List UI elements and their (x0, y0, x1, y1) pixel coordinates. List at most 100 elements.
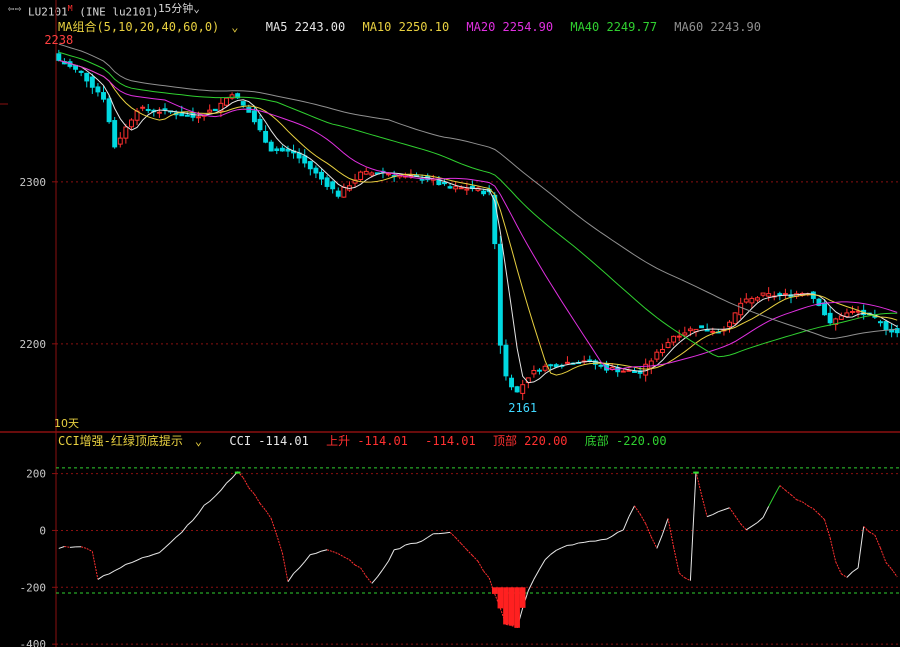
candle-body (117, 137, 123, 145)
cci-line-segment (114, 567, 121, 572)
cci-line-segment (595, 539, 602, 542)
cci-line-segment (405, 543, 412, 546)
candle-body (224, 97, 229, 106)
cci-line-segment (170, 536, 177, 543)
cci-line-segment (332, 551, 339, 555)
cci-bottom-signal-bar (519, 587, 526, 608)
cci-line-segment (349, 559, 356, 566)
cci-line-segment (281, 552, 289, 582)
candle-body (369, 172, 375, 176)
cci-indicator-selector[interactable]: CCI增强-红绿顶底提示 ⌄ (58, 434, 212, 448)
candle-body (156, 111, 162, 114)
candle-body (704, 329, 710, 332)
candle-body (84, 72, 90, 82)
price-tick-label: 2300 (20, 176, 47, 189)
cci-line-segment (661, 518, 669, 535)
cci-line-segment (584, 540, 590, 543)
cci-line-segment (796, 499, 803, 503)
cci-line-segment (768, 495, 775, 507)
cci-bottom-signal-bar (491, 587, 498, 594)
cci-line-segment (136, 557, 143, 561)
cci-line-segment (869, 531, 876, 536)
cci-rise-label: 上升 -114.01 (326, 434, 408, 448)
cci-tick-label: 0 (39, 524, 46, 537)
cci-tick-label: -400 (20, 638, 47, 647)
cci-line-segment (628, 505, 635, 517)
cci-line-segment (734, 515, 742, 525)
cci-line-segment (813, 508, 820, 515)
cci-line-segment (650, 536, 658, 549)
candle-body (358, 171, 364, 180)
candle-body (324, 177, 330, 187)
cci-line-segment (578, 541, 585, 544)
cci-line-segment (265, 509, 272, 519)
candle-body (587, 359, 593, 362)
cci-line-segment (394, 548, 400, 551)
cci-line-segment (606, 535, 613, 540)
candle-body (263, 130, 269, 143)
candle-body (883, 321, 889, 331)
candle-body (877, 321, 883, 324)
cci-line-segment (142, 555, 149, 559)
candle-body (419, 178, 425, 181)
candle-body (503, 344, 509, 377)
candle-body (268, 141, 274, 152)
candle-body (184, 114, 190, 117)
cci-line-segment (242, 477, 250, 489)
cci-line-segment (818, 513, 825, 520)
chart-canvas[interactable]: 2200 2300 2238 2161 10天 200 0 -200 -400 (0, 0, 900, 647)
cci-line-segment (656, 534, 663, 549)
cci-line-segment (181, 524, 188, 533)
cci-line-segment (477, 561, 485, 572)
cci-line-segment (310, 552, 317, 556)
cci-line-segment (131, 559, 138, 564)
candle-body (313, 167, 319, 174)
cci-line-segment (673, 547, 680, 574)
candle-body (838, 315, 844, 320)
candle-body (453, 186, 459, 190)
candle-body (777, 293, 783, 296)
candle-body (509, 377, 514, 388)
candle-body (537, 369, 542, 372)
cci-line-segment (108, 570, 115, 575)
cci-line-segment (298, 561, 306, 569)
candle-body (274, 148, 280, 152)
cci-line-segment (706, 514, 713, 518)
cci-line-segment (729, 507, 736, 517)
candle-body (78, 70, 84, 73)
cci-line-segment (338, 553, 345, 558)
cci-tick-label: -200 (20, 581, 47, 594)
candle-body (145, 108, 151, 111)
candle-body (827, 312, 833, 324)
cci-line-segment (371, 576, 378, 584)
candle-body (95, 86, 101, 93)
cci-line-segment (226, 477, 233, 484)
cci-line-segment (695, 471, 703, 496)
price-tick-label: 2200 (20, 338, 47, 351)
cci-line-segment (270, 518, 278, 536)
cci-line-segment (712, 511, 719, 516)
candle-body (207, 109, 213, 113)
cci-group-label: CCI增强-红绿顶底提示 (58, 434, 183, 448)
cci-line-segment (617, 529, 624, 533)
cci-line-segment (81, 546, 87, 550)
candle-body (212, 108, 218, 112)
candle-body (682, 332, 688, 336)
cci-line-segment (159, 547, 166, 553)
cci-line-segment (874, 534, 881, 549)
cci-line-segment (460, 543, 468, 551)
cci-line-segment (879, 547, 887, 563)
candle-body (341, 186, 347, 198)
ma-group-selector[interactable]: MA组合(5,10,20,40,60,0) ⌄ (58, 20, 249, 34)
cci-line-segment (611, 531, 619, 537)
candle-body (531, 370, 537, 375)
cci-line-segment (572, 542, 579, 546)
candle-body (648, 360, 654, 369)
cci-line-segment (639, 513, 647, 524)
cci-line-segment (360, 567, 367, 577)
candle-body (665, 342, 671, 348)
cci-line-segment (376, 568, 384, 578)
cci-line-segment (533, 568, 540, 580)
cci-bottom-signal-bar (514, 587, 520, 628)
candle-body (620, 370, 626, 373)
